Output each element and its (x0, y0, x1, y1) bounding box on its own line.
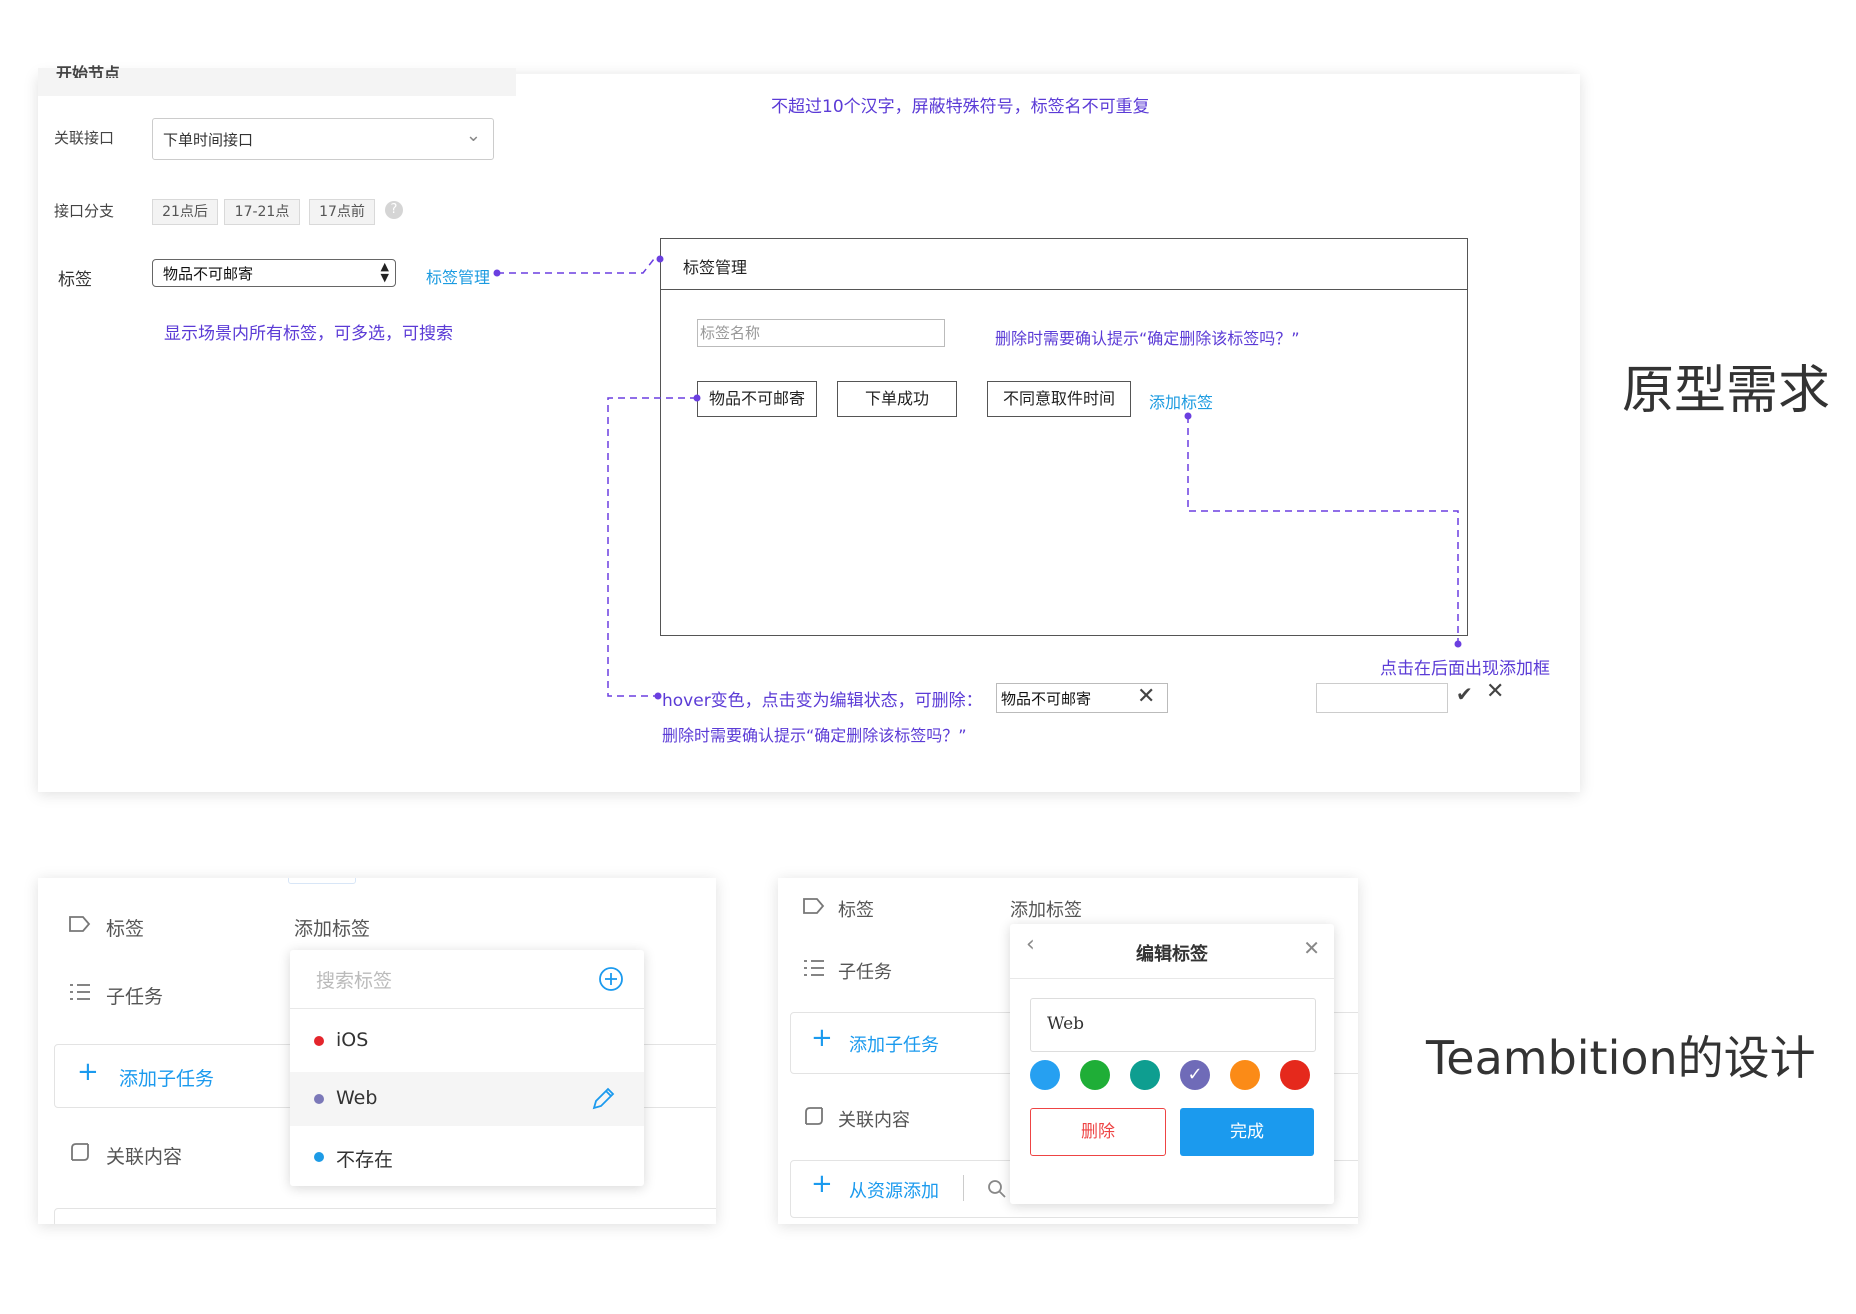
add-subtask-label: 添加子任务 (849, 1035, 939, 1056)
color-swatch[interactable] (1230, 1060, 1260, 1090)
popup-divider (1010, 978, 1334, 979)
popup-title: 编辑标签 (1136, 944, 1208, 965)
color-swatch[interactable]: ✓ (1180, 1060, 1210, 1090)
bottom-cut-box (54, 1208, 716, 1224)
note-hover: hover变色，点击变为编辑状态，可删除： (662, 691, 983, 711)
search-tag-input[interactable]: 搜索标签 (316, 966, 392, 993)
top-cut-tab (288, 878, 356, 884)
edit-tag-value: 物品不可邮寄 (1001, 690, 1092, 708)
link-icon (805, 1107, 823, 1125)
row-subtask-label: 子任务 (838, 962, 892, 983)
color-swatch[interactable] (1130, 1060, 1160, 1090)
color-swatches: ✓ (1030, 1060, 1320, 1092)
add-circle-icon[interactable] (598, 966, 624, 992)
tag-name-value: Web (1047, 1014, 1085, 1034)
add-subtask-label: 添加子任务 (119, 1068, 215, 1090)
close-icon[interactable]: ✕ (1303, 936, 1320, 960)
item-label: 不存在 (336, 1149, 394, 1171)
link-icon (71, 1143, 89, 1161)
plus-icon: + (77, 1057, 99, 1087)
edit-tag-popup: ‹ 编辑标签 ✕ Web ✓ 删除 完成 (1010, 924, 1334, 1204)
close-icon[interactable]: ✕ (1137, 684, 1155, 709)
search-icon[interactable] (987, 1179, 1007, 1199)
add-tag-button[interactable]: 添加标签 (294, 914, 370, 941)
color-dot (314, 1152, 324, 1162)
teambition-left-panel: 标签 添加标签 子任务 + 添加子任务 关联内容 搜索标签 iOS Web 不存… (38, 878, 716, 1224)
done-button[interactable]: 完成 (1180, 1108, 1314, 1156)
color-swatch[interactable] (1030, 1060, 1060, 1090)
add-tag-button[interactable]: 添加标签 (1010, 896, 1082, 922)
item-label: iOS (336, 1029, 369, 1051)
check-icon: ✓ (1187, 1064, 1203, 1085)
add-from-resource-label: 从资源添加 (849, 1181, 939, 1202)
row-related-label: 关联内容 (106, 1146, 183, 1168)
color-swatch[interactable] (1080, 1060, 1110, 1090)
check-icon[interactable]: ✔ (1456, 682, 1473, 706)
delete-button-label: 删除 (1081, 1122, 1115, 1142)
dropdown-divider (290, 1008, 644, 1009)
tag-icon (69, 916, 91, 932)
cancel-icon[interactable]: ✕ (1486, 679, 1504, 704)
note-delete-confirm-2: 删除时需要确认提示“确定删除该标签吗？” (662, 726, 967, 745)
dropdown-item-nonexist[interactable]: 不存在 (290, 1130, 644, 1184)
delete-button[interactable]: 删除 (1030, 1108, 1166, 1156)
prototype-panel: 开始节点 不超过10个汉字，屏蔽特殊符号，标签名不可重复 关联接口 下单时间接口… (38, 64, 1580, 792)
list-icon (70, 984, 90, 1000)
item-label: Web (336, 1087, 378, 1109)
tag-icon (803, 898, 825, 914)
dropdown-item-ios[interactable]: iOS (290, 1014, 644, 1068)
row-subtask-label: 子任务 (106, 986, 164, 1008)
row-related-label: 关联内容 (838, 1110, 910, 1131)
tag-name-input[interactable]: Web (1030, 998, 1316, 1052)
color-dot (314, 1094, 324, 1104)
list-icon (804, 960, 824, 976)
color-dot (314, 1036, 324, 1046)
done-button-label: 完成 (1230, 1122, 1264, 1142)
add-tag-input[interactable] (1316, 683, 1448, 713)
dropdown-item-web[interactable]: Web (290, 1072, 644, 1126)
plus-icon: + (811, 1023, 833, 1053)
color-swatch[interactable] (1280, 1060, 1310, 1090)
plus-icon: + (811, 1169, 833, 1199)
tag-dropdown: 搜索标签 iOS Web 不存在 (290, 950, 644, 1186)
row-tag-label: 标签 (838, 900, 874, 921)
edit-tag-example[interactable]: 物品不可邮寄 ✕ (996, 683, 1168, 713)
side-label-teambition: Teambition的设计 (1426, 1031, 1816, 1085)
note-click-add: 点击在后面出现添加框 (1380, 659, 1550, 679)
row-tag-label: 标签 (106, 918, 145, 940)
pencil-icon[interactable] (590, 1086, 616, 1112)
teambition-right-panel: 标签 添加标签 子任务 + 添加子任务 关联内容 + 从资源添加 ‹ 编辑标签 … (778, 878, 1358, 1224)
divider (963, 1175, 964, 1201)
side-label-prototype: 原型需求 (1622, 361, 1831, 421)
